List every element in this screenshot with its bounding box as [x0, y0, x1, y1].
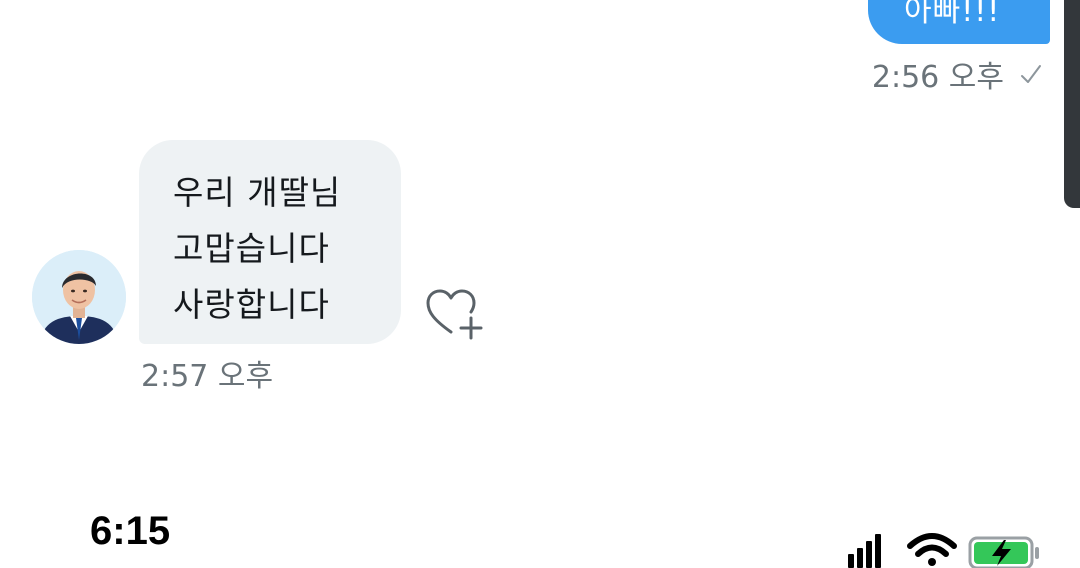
outgoing-message-text: 아빠!!! [904, 0, 1001, 29]
check-icon [1021, 65, 1041, 83]
incoming-message-line: 고맙습니다 [173, 229, 330, 268]
scroll-handle[interactable] [1064, 0, 1080, 208]
cellular-signal-icon [848, 534, 881, 568]
incoming-message-time: 2:57 오후 [141, 359, 274, 394]
heart-plus-icon[interactable] [424, 288, 484, 342]
avatar-portrait [32, 250, 126, 344]
incoming-message-bubble[interactable]: 우리 개딸님 고맙습니다 사랑합니다 [139, 140, 401, 344]
outgoing-message-bubble[interactable]: 아빠!!! [868, 0, 1050, 44]
incoming-message-line: 우리 개딸님 [173, 173, 342, 212]
avatar[interactable] [32, 250, 126, 344]
wifi-icon [907, 533, 957, 566]
outgoing-message-meta: 2:56 오후 [872, 52, 1044, 96]
incoming-message-line: 사랑합니다 [173, 285, 330, 324]
status-bar-time: 6:15 [90, 509, 171, 553]
outgoing-message-time: 2:56 오후 [871, 60, 1004, 95]
status-bar-icons [848, 533, 1039, 568]
